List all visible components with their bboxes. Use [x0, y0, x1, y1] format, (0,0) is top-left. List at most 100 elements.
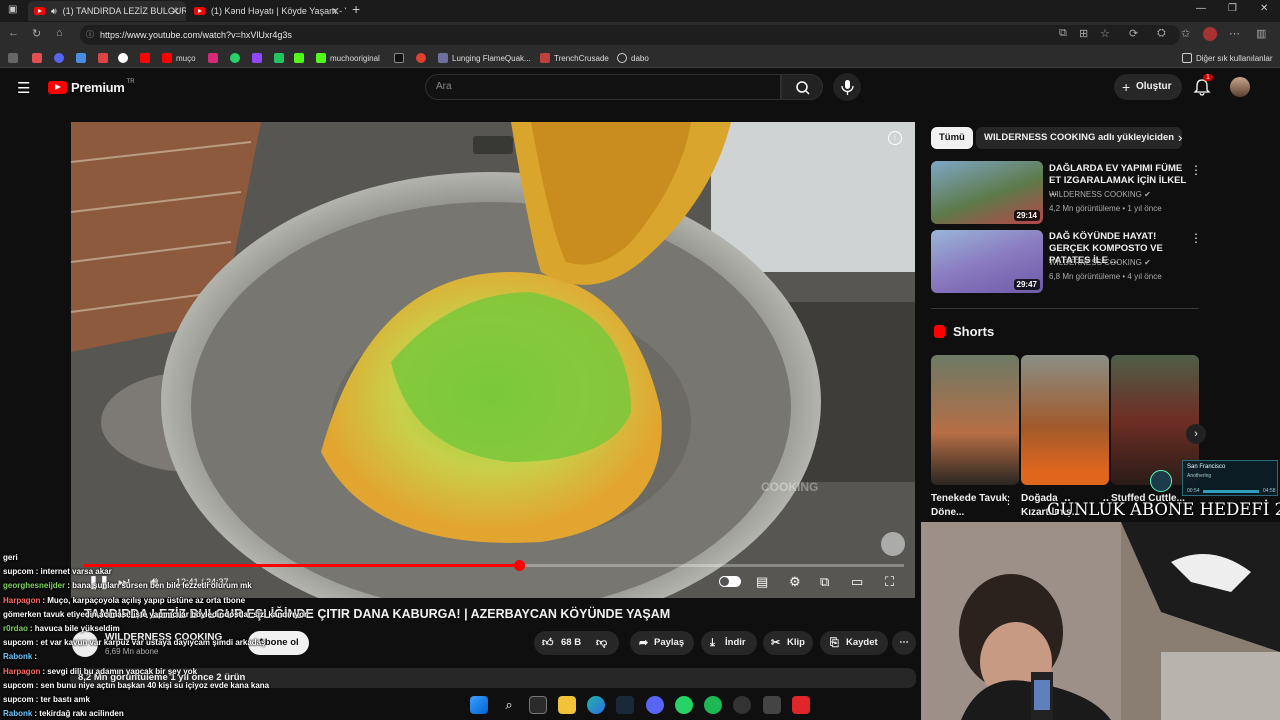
- avatar[interactable]: [1230, 77, 1250, 97]
- sidebar-toggle-icon[interactable]: ▥: [1256, 27, 1266, 40]
- rec-thumbnail[interactable]: 29:47: [931, 230, 1043, 293]
- refresh-icon[interactable]: ↻: [32, 27, 41, 40]
- bookmark-lunging[interactable]: Lunging FlameQuak...: [438, 51, 531, 65]
- bookmark-icon[interactable]: [274, 51, 288, 65]
- channel-branding-icon[interactable]: [881, 532, 905, 556]
- google-icon[interactable]: [118, 51, 132, 65]
- favorites-icon[interactable]: ✩: [1181, 27, 1190, 40]
- twitch-icon[interactable]: [252, 51, 266, 65]
- short-thumbnail[interactable]: [1021, 355, 1109, 485]
- search-input[interactable]: Ara: [425, 74, 781, 100]
- rec-thumbnail[interactable]: 29:14: [931, 161, 1043, 224]
- short-title[interactable]: Tenekede Tavuk Döne...: [931, 492, 1011, 520]
- edge-icon[interactable]: [587, 696, 605, 714]
- tab-2[interactable]: (1) Kənd Həyatı | Köyde Yaşam - Y ✕: [188, 1, 346, 21]
- close-window-icon[interactable]: ✕: [1260, 3, 1268, 14]
- steam-icon[interactable]: [616, 696, 634, 714]
- more-actions-button[interactable]: ⋯: [892, 631, 916, 655]
- chevron-right-icon[interactable]: ›: [1178, 130, 1182, 145]
- bookmark-label: Lunging FlameQuak...: [452, 53, 531, 63]
- favorite-star-icon[interactable]: ☆: [1100, 27, 1110, 40]
- create-button[interactable]: + Oluştur: [1114, 74, 1182, 100]
- extensions-icon[interactable]: ⟳: [1129, 27, 1138, 40]
- subtitles-icon[interactable]: ▤: [756, 574, 768, 590]
- discord-icon[interactable]: [646, 696, 664, 714]
- new-tab-button[interactable]: +: [352, 1, 360, 17]
- window-menu-icon[interactable]: ▣: [8, 4, 17, 15]
- chip-all[interactable]: Tümü: [931, 127, 973, 149]
- kebab-menu-icon[interactable]: ⋮: [1190, 231, 1202, 245]
- shorts-next-icon[interactable]: ›: [1186, 424, 1206, 444]
- download-button[interactable]: ⤓ İndir: [701, 631, 757, 655]
- x-icon[interactable]: [394, 51, 408, 65]
- more-options-icon[interactable]: ⋯: [1229, 27, 1240, 40]
- like-count[interactable]: 68 B: [561, 631, 581, 655]
- clip-button[interactable]: ✂ Klip: [763, 631, 813, 655]
- bookmark-icon[interactable]: [32, 51, 46, 65]
- site-info-icon[interactable]: ⓘ: [86, 25, 94, 45]
- menu-icon[interactable]: ☰: [17, 79, 30, 97]
- store-icon[interactable]: [529, 696, 547, 714]
- close-tab-icon[interactable]: ✕: [171, 5, 180, 18]
- bookmark-icon[interactable]: [76, 51, 90, 65]
- bookmark-trenchcrusade[interactable]: TrenchCrusade: [540, 51, 609, 65]
- bookmark-icon[interactable]: [8, 51, 22, 65]
- home-icon[interactable]: ⌂: [56, 27, 63, 39]
- bookmark-icon[interactable]: [416, 51, 430, 65]
- other-bookmarks[interactable]: Diğer sık kullanılanlar: [1182, 51, 1272, 65]
- instagram-icon[interactable]: [208, 51, 222, 65]
- search-icon[interactable]: ⌕: [500, 696, 518, 714]
- bookmark-icon[interactable]: [54, 51, 68, 65]
- apps-icon[interactable]: ⊞: [1079, 27, 1088, 40]
- notifications-button[interactable]: 1: [1193, 74, 1213, 101]
- theater-mode-icon[interactable]: ▭: [851, 574, 863, 590]
- youtube-logo-icon: [48, 81, 67, 94]
- whatsapp-icon[interactable]: [230, 51, 244, 65]
- read-aloud-icon[interactable]: ⧉: [1059, 27, 1067, 40]
- bookmark-dabo[interactable]: dabo: [617, 51, 649, 65]
- close-tab-icon[interactable]: ✕: [331, 5, 340, 18]
- save-button[interactable]: ⎘ Kaydet: [820, 631, 888, 655]
- progress-bar[interactable]: [84, 560, 904, 571]
- app-icon[interactable]: [792, 696, 810, 714]
- profile-icon[interactable]: [1203, 27, 1217, 41]
- youtube-logo[interactable]: Premium TR: [48, 79, 135, 95]
- more-icon: ⋯: [899, 637, 909, 648]
- miniplayer-icon[interactable]: ⧉: [820, 574, 829, 590]
- youtube-icon[interactable]: [140, 51, 154, 65]
- search-button[interactable]: [781, 74, 823, 100]
- chat-username: r0rdao: [3, 624, 28, 633]
- maximize-icon[interactable]: ❐: [1228, 3, 1237, 14]
- fullscreen-icon[interactable]: ⛶: [885, 574, 894, 590]
- bookmark-muco[interactable]: muço: [162, 51, 196, 65]
- kebab-menu-icon[interactable]: ⋮: [1190, 163, 1202, 177]
- share-button[interactable]: ➦ Paylaş: [630, 631, 694, 655]
- bookmark-muchooriginal[interactable]: muchooriginal: [316, 51, 380, 65]
- gmail-icon[interactable]: [98, 51, 112, 65]
- voice-search-button[interactable]: [833, 73, 861, 101]
- dislike-icon[interactable]: 👎︎: [596, 631, 607, 655]
- like-icon[interactable]: 👍︎: [542, 631, 554, 655]
- rec-channel[interactable]: WILDERNESS COOKING ✔: [1049, 258, 1151, 267]
- settings-icon[interactable]: [763, 696, 781, 714]
- chip-from-uploader[interactable]: WILDERNESS COOKING adlı yükleyiciden: [976, 127, 1183, 149]
- autoplay-toggle[interactable]: [719, 576, 741, 587]
- kick-icon[interactable]: [294, 51, 308, 65]
- file-explorer-icon[interactable]: [558, 696, 576, 714]
- progress-scrubber[interactable]: [513, 560, 525, 571]
- kebab-menu-icon[interactable]: ⋮: [1003, 494, 1014, 507]
- collections-icon[interactable]: ⛭: [1157, 27, 1166, 40]
- start-icon[interactable]: [470, 696, 488, 714]
- obs-icon[interactable]: [733, 696, 751, 714]
- video-player[interactable]: i COOKING: [71, 122, 915, 598]
- back-icon[interactable]: ←: [8, 27, 19, 39]
- settings-gear-icon[interactable]: ⚙︎: [789, 574, 801, 590]
- short-thumbnail[interactable]: [931, 355, 1019, 485]
- tab-1[interactable]: 🔊︎ (1) TANDIRDA LEZİZ BULGUR ✕: [28, 1, 186, 21]
- rec-channel[interactable]: WILDERNESS COOKING ✔: [1049, 190, 1151, 199]
- url-field[interactable]: ⓘ https://www.youtube.com/watch?v=hxVlUx…: [80, 25, 1180, 45]
- spotify-icon[interactable]: [704, 696, 722, 714]
- whatsapp-icon[interactable]: [675, 696, 693, 714]
- minimize-icon[interactable]: —: [1196, 3, 1206, 14]
- info-icon[interactable]: i: [888, 131, 902, 145]
